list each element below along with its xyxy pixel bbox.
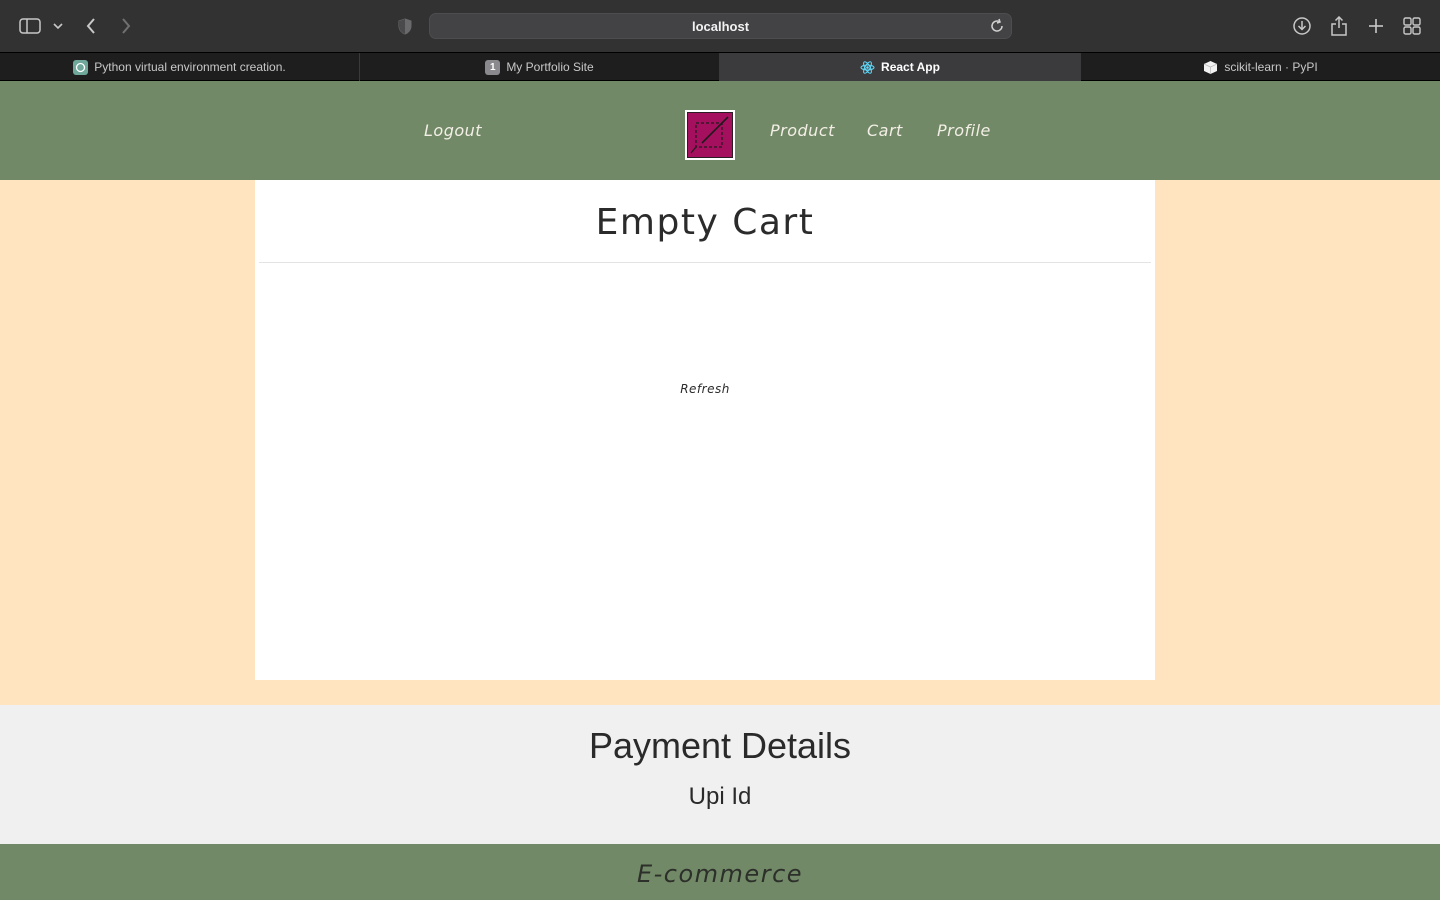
logo-mark — [687, 112, 733, 158]
web-page: Logout Product Cart Profile Empty Cart R… — [0, 81, 1440, 900]
new-tab-icon[interactable] — [1363, 13, 1389, 39]
browser-toolbar: localhost — [0, 0, 1440, 52]
privacy-shield-icon[interactable] — [392, 13, 418, 39]
upi-id-label: Upi Id — [688, 783, 752, 810]
tab-label: My Portfolio Site — [506, 60, 594, 74]
tab-badge: 1 — [490, 61, 496, 73]
tab-label: Python virtual environment creation. — [94, 60, 286, 74]
forward-icon[interactable] — [113, 13, 139, 39]
nav-cart-link[interactable]: Cart — [867, 121, 903, 140]
openai-icon — [73, 59, 89, 75]
refresh-button[interactable]: Refresh — [255, 382, 1155, 396]
sidebar-toggle-icon[interactable] — [17, 13, 43, 39]
react-icon — [860, 60, 875, 75]
tab-bar: Python virtual environment creation. 1 M… — [0, 52, 1440, 81]
browser-window: localhost Python virtual environment cre… — [0, 0, 1440, 900]
footer-brand: E-commerce — [636, 860, 804, 888]
site-logo[interactable] — [685, 110, 735, 160]
payment-title: Payment Details — [588, 725, 852, 766]
back-icon[interactable] — [78, 13, 104, 39]
chevron-down-icon[interactable] — [46, 13, 70, 39]
share-icon[interactable] — [1326, 13, 1352, 39]
payment-section: Payment Details Upi Id — [0, 705, 1440, 844]
address-bar[interactable]: localhost — [429, 13, 1012, 39]
cart-title: Empty Cart — [595, 202, 815, 243]
reload-icon[interactable] — [989, 18, 1005, 34]
pypi-cube-icon — [1203, 60, 1218, 75]
tab-label: scikit-learn · PyPI — [1224, 60, 1318, 74]
nav-logout-link[interactable]: Logout — [424, 121, 482, 140]
tab-python-venv[interactable]: Python virtual environment creation. — [0, 53, 360, 81]
site-footer: E-commerce — [0, 844, 1440, 900]
cart-panel: Empty Cart Refresh — [255, 180, 1155, 680]
site-navbar: Logout Product Cart Profile — [0, 81, 1440, 180]
url-text: localhost — [691, 19, 750, 34]
tab-scikit-learn[interactable]: scikit-learn · PyPI — [1081, 53, 1440, 81]
tab-portfolio[interactable]: 1 My Portfolio Site — [360, 53, 720, 81]
tab-overview-icon[interactable] — [1399, 13, 1425, 39]
nav-product-link[interactable]: Product — [770, 121, 835, 140]
downloads-icon[interactable] — [1289, 13, 1315, 39]
tab-label: React App — [881, 60, 940, 74]
nav-profile-link[interactable]: Profile — [937, 121, 991, 140]
tab-react-app[interactable]: React App — [720, 53, 1081, 81]
divider — [259, 262, 1151, 263]
number-badge-icon: 1 — [485, 59, 501, 75]
